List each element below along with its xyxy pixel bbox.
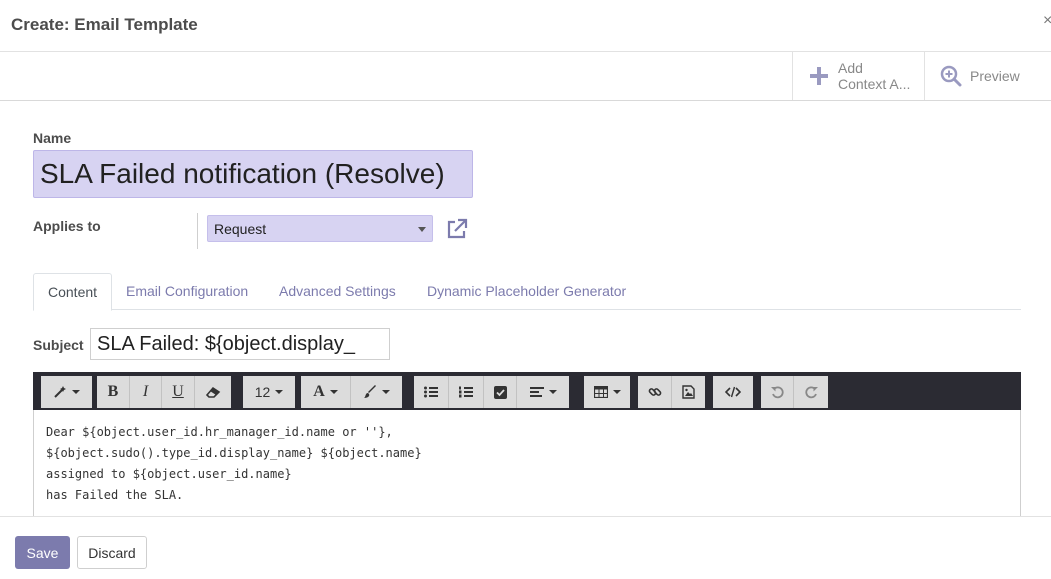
paint-brush-icon — [364, 385, 376, 398]
preview-button[interactable]: Preview — [924, 52, 1051, 100]
table-group — [584, 376, 630, 408]
add-context-action-button[interactable]: Add Context A... — [792, 52, 924, 100]
redo-icon — [804, 385, 818, 398]
italic-button[interactable]: I — [130, 376, 162, 408]
redo-button[interactable] — [794, 376, 828, 408]
external-link-icon[interactable] — [446, 218, 468, 240]
insert-image-button[interactable] — [672, 376, 705, 408]
font-color-button[interactable]: A — [301, 376, 351, 408]
caret-down-icon — [612, 390, 621, 394]
name-input[interactable]: SLA Failed notification (Resolve) — [33, 150, 473, 198]
editor-line: assigned to ${object.user_id.name} — [46, 467, 292, 481]
font-size-value: 12 — [254, 384, 271, 400]
editor-line: Dear ${object.user_id.hr_manager_id.name… — [46, 425, 393, 439]
table-icon — [593, 386, 608, 398]
font-size-dropdown[interactable]: 12 — [243, 376, 295, 408]
dialog-footer: Save Discard — [0, 516, 1051, 579]
font-size-group: 12 — [243, 376, 295, 408]
history-group — [761, 376, 828, 408]
font-color-icon: A — [313, 383, 325, 400]
underline-icon: U — [172, 383, 184, 400]
caret-down-icon — [418, 227, 426, 232]
dialog-title: Create: Email Template — [11, 15, 198, 34]
paragraph-group — [414, 376, 569, 408]
applies-to-value: Request — [214, 221, 267, 237]
align-left-icon — [529, 387, 544, 397]
bold-icon: B — [107, 383, 119, 400]
table-dropdown-button[interactable] — [584, 376, 630, 408]
magic-wand-icon — [54, 386, 66, 398]
paragraph-align-dropdown[interactable] — [517, 376, 569, 408]
background-color-button[interactable] — [351, 376, 402, 408]
tab-content[interactable]: Content — [33, 273, 113, 311]
remove-format-button[interactable] — [195, 376, 231, 408]
undo-icon — [770, 385, 784, 398]
insert-group — [638, 376, 705, 408]
code-view-button[interactable] — [713, 376, 753, 408]
link-icon — [648, 388, 661, 396]
italic-icon: I — [142, 383, 149, 400]
numbered-list-button[interactable] — [449, 376, 484, 408]
save-button[interactable]: Save — [15, 536, 70, 569]
numbered-list-icon — [459, 386, 473, 398]
preview-label: Preview — [970, 68, 1020, 84]
dialog-header: Create: Email Template × — [0, 0, 1051, 52]
tab-advanced-settings[interactable]: Advanced Settings — [265, 273, 410, 310]
undo-button[interactable] — [761, 376, 794, 408]
color-group: A — [301, 376, 402, 408]
bulleted-list-button[interactable] — [414, 376, 449, 408]
eraser-icon — [205, 386, 220, 398]
caret-down-icon — [72, 390, 80, 394]
checklist-button[interactable] — [484, 376, 517, 408]
font-style-group: B I U — [97, 376, 231, 408]
tab-dynamic-placeholder-generator[interactable]: Dynamic Placeholder Generator — [413, 273, 640, 310]
bold-button[interactable]: B — [97, 376, 130, 408]
discard-button[interactable]: Discard — [77, 536, 147, 569]
email-body-editor[interactable]: Dear ${object.user_id.hr_manager_id.name… — [33, 410, 1021, 520]
notebook-tabs: Content Email Configuration Advanced Set… — [33, 273, 1021, 311]
underline-button[interactable]: U — [162, 376, 195, 408]
insert-link-button[interactable] — [638, 376, 672, 408]
style-dropdown-button[interactable] — [41, 376, 92, 408]
checkbox-icon — [493, 385, 507, 399]
applies-to-select[interactable]: Request — [207, 215, 433, 242]
add-context-action-label: Add Context A... — [838, 60, 911, 92]
subject-input[interactable]: SLA Failed: ${object.display_ — [90, 328, 390, 360]
plus-icon — [810, 67, 828, 85]
editor-line: ${object.sudo().type_id.display_name} ${… — [46, 446, 422, 460]
code-icon — [725, 386, 741, 398]
code-group — [713, 376, 753, 408]
zoom-in-icon — [940, 65, 962, 87]
close-button[interactable]: × — [1043, 12, 1051, 30]
subject-label: Subject — [33, 337, 84, 353]
caret-down-icon — [382, 390, 390, 394]
bulleted-list-icon — [424, 386, 438, 398]
button-box: Add Context A... Preview — [0, 52, 1051, 101]
editor-line: has Failed the SLA. — [46, 488, 184, 502]
name-label: Name — [33, 130, 72, 146]
field-divider — [197, 213, 198, 249]
tab-email-configuration[interactable]: Email Configuration — [112, 273, 262, 310]
caret-down-icon — [275, 390, 284, 394]
image-icon — [682, 385, 695, 399]
style-group — [41, 376, 92, 408]
caret-down-icon — [329, 390, 338, 394]
applies-to-label: Applies to — [33, 218, 101, 234]
editor-toolbar: B I U 12 A — [33, 372, 1021, 410]
caret-down-icon — [548, 390, 557, 394]
